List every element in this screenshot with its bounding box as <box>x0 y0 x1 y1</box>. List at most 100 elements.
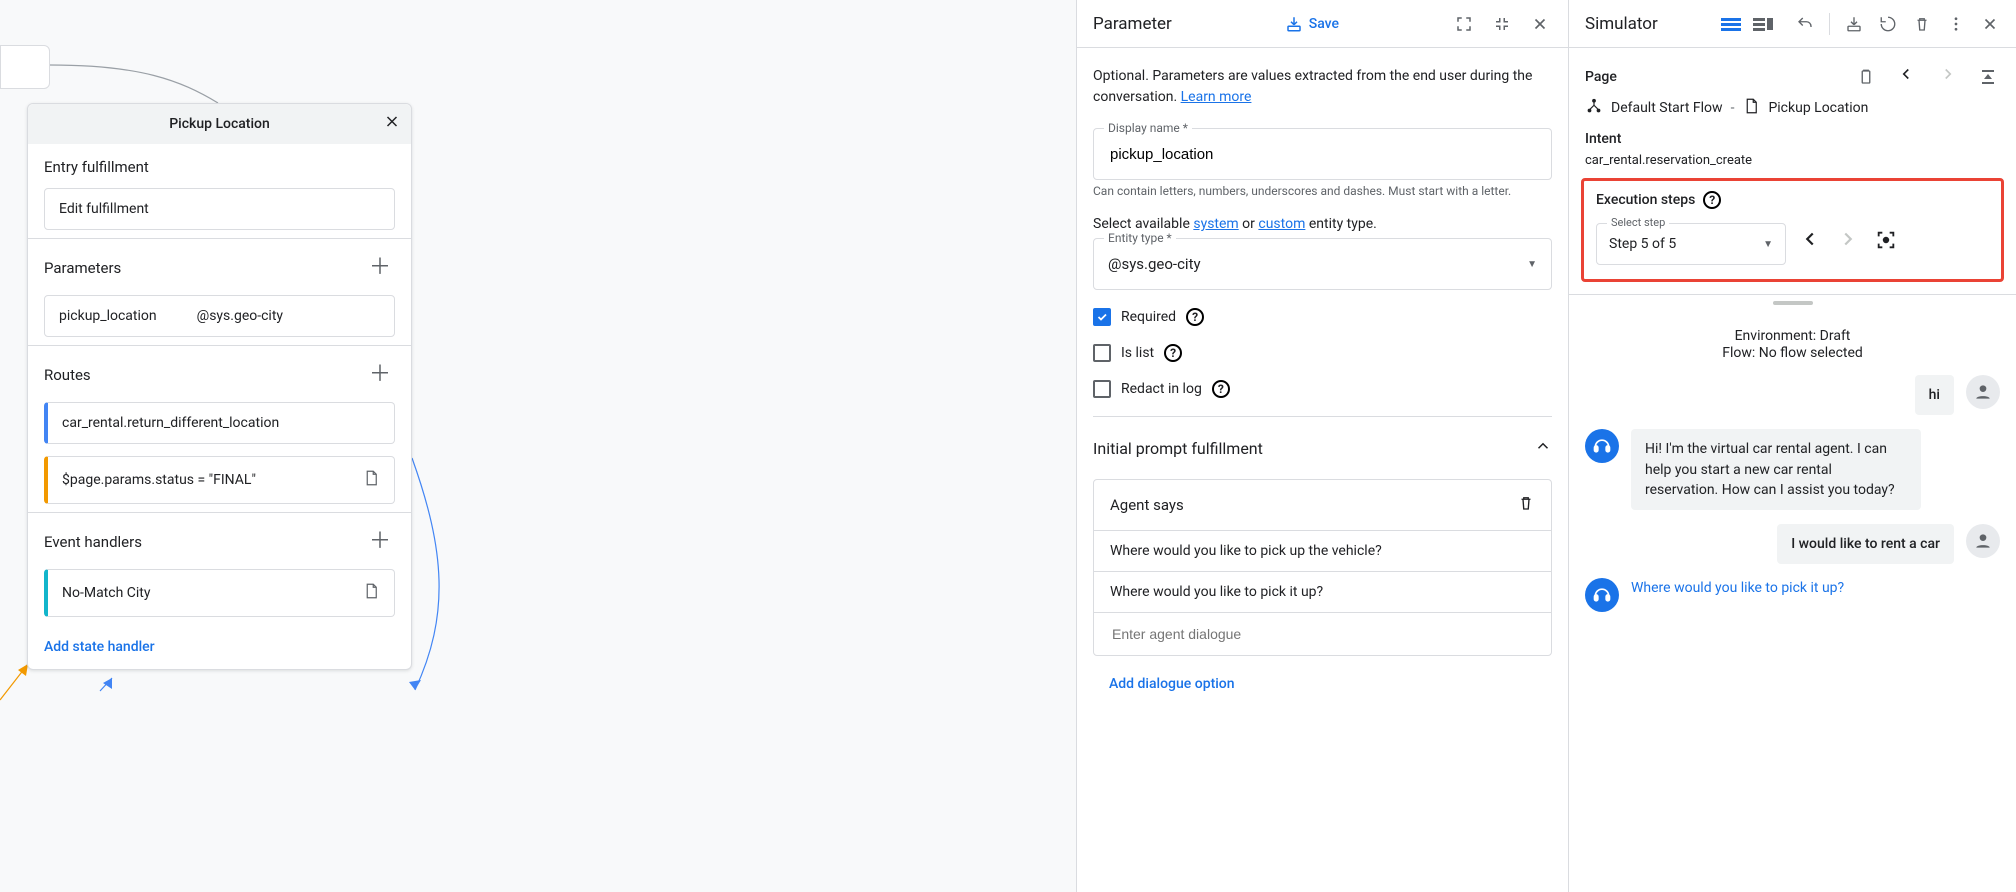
user-message: hi <box>1915 375 1954 415</box>
environment-line: Environment: Draft <box>1585 328 2000 344</box>
view-toggle[interactable] <box>1719 15 1775 33</box>
page-card-pickup-location: Pickup Location Entry fulfillment Edit f… <box>27 103 412 670</box>
add-parameter-button[interactable]: ＋ <box>365 253 395 283</box>
delete-icon[interactable] <box>1517 494 1535 516</box>
user-avatar-icon <box>1966 375 2000 409</box>
agent-prompt-input[interactable] <box>1110 625 1535 643</box>
flow-canvas[interactable]: Pickup Location Entry fulfillment Edit f… <box>0 0 1076 892</box>
delete-icon[interactable] <box>1908 12 1936 36</box>
parameter-row[interactable]: pickup_location @sys.geo-city <box>44 295 395 337</box>
fullscreen-icon[interactable] <box>1452 12 1476 36</box>
display-name-help: Can contain letters, numbers, underscore… <box>1093 184 1552 198</box>
initial-prompt-section: Initial prompt fulfillment Agent says Wh… <box>1093 416 1552 700</box>
view-compact-icon[interactable] <box>1719 15 1743 33</box>
resize-handle[interactable] <box>1773 301 1813 305</box>
add-state-handler-link[interactable]: Add state handler <box>28 625 171 669</box>
parameter-panel-body: Optional. Parameters are values extracte… <box>1077 48 1568 718</box>
save-icon[interactable] <box>1840 12 1868 36</box>
conversation-area: Environment: Draft Flow: No flow selecte… <box>1569 311 2016 892</box>
required-checkbox[interactable] <box>1093 308 1111 326</box>
collapse-icon[interactable] <box>1976 65 2000 89</box>
next-step-button <box>1834 228 1862 256</box>
section-entry-fulfillment: Entry fulfillment Edit fulfillment <box>28 144 411 239</box>
page-icon <box>362 582 380 604</box>
panel-title: Parameter <box>1093 14 1172 34</box>
flow-node-collapsed[interactable] <box>0 45 50 89</box>
section-title: Event handlers <box>44 533 142 551</box>
agent-prompt-input-row[interactable] <box>1094 613 1551 655</box>
message-row-agent: Where would you like to pick it up? <box>1585 578 2000 612</box>
next-page-icon <box>1934 64 1962 89</box>
display-name-input[interactable] <box>1108 145 1537 164</box>
route-row[interactable]: car_rental.return_different_location <box>44 402 395 444</box>
route-row[interactable]: $page.params.status = "FINAL" <box>44 456 395 504</box>
page-card-title: Pickup Location <box>169 116 270 132</box>
agent-message: Hi! I'm the virtual car rental agent. I … <box>1631 429 1921 510</box>
required-checkbox-row: Required ? <box>1093 308 1552 326</box>
parameter-panel: Parameter Save Optional. Parameters are … <box>1076 0 1568 892</box>
add-route-button[interactable]: ＋ <box>365 360 395 390</box>
entity-type-sentence: Select available system or custom entity… <box>1093 216 1552 232</box>
page-label: Page <box>1585 69 1617 85</box>
close-icon[interactable] <box>1976 12 2004 36</box>
parameter-panel-header: Parameter Save <box>1077 0 1568 48</box>
reset-icon[interactable] <box>1874 12 1902 36</box>
section-event-handlers: Event handlers ＋ No-Match City <box>28 513 411 625</box>
chevron-down-icon: ▼ <box>1763 239 1773 250</box>
event-handler-row[interactable]: No-Match City <box>44 569 395 617</box>
redact-checkbox[interactable] <box>1093 380 1111 398</box>
help-icon[interactable]: ? <box>1164 344 1182 362</box>
custom-link[interactable]: custom <box>1258 216 1305 232</box>
user-message: I would like to rent a car <box>1777 524 1954 564</box>
help-icon[interactable]: ? <box>1186 308 1204 326</box>
intent-label: Intent <box>1585 131 2000 147</box>
agent-prompt-row[interactable]: Where would you like to pick up the vehi… <box>1094 531 1551 572</box>
exit-fullscreen-icon[interactable] <box>1490 12 1514 36</box>
agent-prompt-row[interactable]: Where would you like to pick it up? <box>1094 572 1551 613</box>
agent-says-card: Agent says Where would you like to pick … <box>1093 479 1552 656</box>
initial-prompt-header[interactable]: Initial prompt fulfillment <box>1093 417 1552 479</box>
close-icon[interactable] <box>383 113 401 136</box>
system-link[interactable]: system <box>1193 216 1238 232</box>
simulator-header: Simulator <box>1569 0 2016 48</box>
divider <box>1829 13 1830 35</box>
section-parameters: Parameters ＋ pickup_location @sys.geo-ci… <box>28 239 411 346</box>
entity-type-select[interactable]: Entity type * @sys.geo-city ▼ <box>1093 238 1552 290</box>
is-list-checkbox-row: Is list ? <box>1093 344 1552 362</box>
add-event-handler-button[interactable]: ＋ <box>365 527 395 557</box>
save-button[interactable]: Save <box>1285 15 1339 33</box>
view-detailed-icon[interactable] <box>1751 15 1775 33</box>
page-icon <box>362 469 380 491</box>
agent-avatar-icon <box>1585 429 1619 463</box>
flow-icon <box>1585 97 1603 119</box>
clipboard-icon[interactable] <box>1854 65 1878 89</box>
section-routes: Routes ＋ car_rental.return_different_loc… <box>28 346 411 513</box>
chevron-down-icon: ▼ <box>1527 259 1537 270</box>
more-icon[interactable] <box>1942 12 1970 36</box>
prev-step-button[interactable] <box>1796 228 1824 256</box>
step-select[interactable]: Select step Step 5 of 5 ▼ <box>1596 223 1786 265</box>
prev-page-icon[interactable] <box>1892 64 1920 89</box>
section-title: Parameters <box>44 259 121 277</box>
edit-fulfillment-button[interactable]: Edit fulfillment <box>44 188 395 230</box>
panel-title: Simulator <box>1585 14 1658 34</box>
simulator-panel: Simulator <box>1568 0 2016 892</box>
page-icon <box>1742 97 1760 119</box>
is-list-checkbox[interactable] <box>1093 344 1111 362</box>
learn-more-link[interactable]: Learn more <box>1181 89 1252 105</box>
intro-text: Optional. Parameters are values extracte… <box>1093 66 1552 108</box>
user-avatar-icon <box>1966 524 2000 558</box>
agent-prompt-link[interactable]: Where would you like to pick it up? <box>1631 578 1844 596</box>
add-dialogue-link[interactable]: Add dialogue option <box>1093 656 1251 700</box>
help-icon[interactable]: ? <box>1703 191 1721 209</box>
execution-steps-label: Execution steps <box>1596 192 1695 208</box>
display-name-field[interactable]: Display name * <box>1093 128 1552 180</box>
chevron-up-icon <box>1534 437 1552 459</box>
close-icon[interactable] <box>1528 12 1552 36</box>
focus-step-button[interactable] <box>1872 229 1900 256</box>
flow-line: Flow: No flow selected <box>1585 345 2000 361</box>
undo-icon[interactable] <box>1791 12 1819 36</box>
intent-value: car_rental.reservation_create <box>1585 153 2000 168</box>
help-icon[interactable]: ? <box>1212 380 1230 398</box>
message-row-user: I would like to rent a car <box>1585 524 2000 564</box>
